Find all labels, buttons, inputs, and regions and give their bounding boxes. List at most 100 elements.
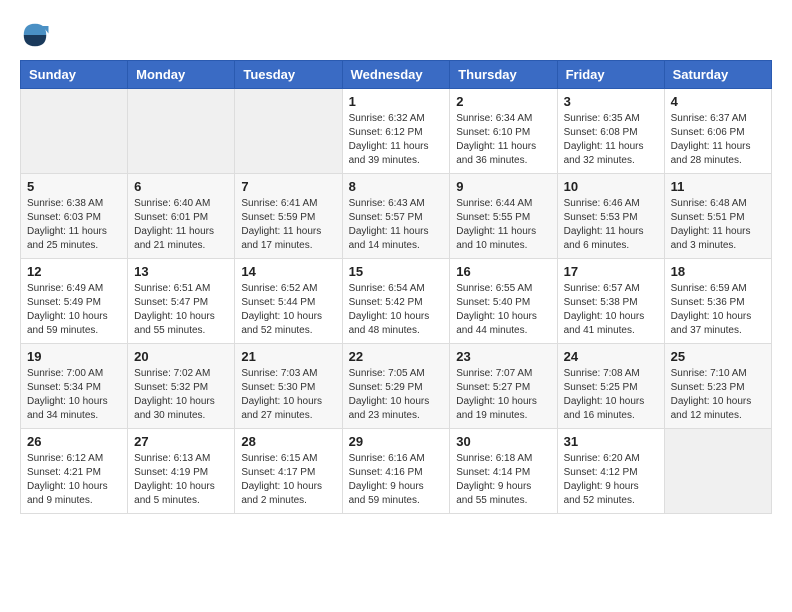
day-cell: 25 Sunrise: 7:10 AM Sunset: 5:23 PM Dayli…	[664, 344, 771, 429]
calendar: SundayMondayTuesdayWednesdayThursdayFrid…	[20, 60, 772, 514]
day-info: Sunrise: 7:05 AM Sunset: 5:29 PM Dayligh…	[349, 367, 444, 423]
day-number: 23	[456, 349, 550, 364]
day-cell: 12 Sunrise: 6:49 AM Sunset: 5:49 PM Dayli…	[21, 259, 128, 344]
day-number: 6	[134, 179, 228, 194]
day-number: 15	[349, 264, 444, 279]
day-number: 28	[241, 434, 335, 449]
day-info: Sunrise: 6:59 AM Sunset: 5:36 PM Dayligh…	[671, 282, 765, 338]
day-number: 20	[134, 349, 228, 364]
day-number: 3	[564, 94, 658, 109]
logo	[20, 20, 55, 50]
day-number: 17	[564, 264, 658, 279]
day-info: Sunrise: 6:38 AM Sunset: 6:03 PM Dayligh…	[27, 197, 121, 253]
day-cell: 8 Sunrise: 6:43 AM Sunset: 5:57 PM Daylig…	[342, 174, 450, 259]
week-row-1: 1 Sunrise: 6:32 AM Sunset: 6:12 PM Daylig…	[21, 89, 772, 174]
day-info: Sunrise: 6:43 AM Sunset: 5:57 PM Dayligh…	[349, 197, 444, 253]
day-info: Sunrise: 7:07 AM Sunset: 5:27 PM Dayligh…	[456, 367, 550, 423]
day-info: Sunrise: 6:34 AM Sunset: 6:10 PM Dayligh…	[456, 112, 550, 168]
day-cell: 19 Sunrise: 7:00 AM Sunset: 5:34 PM Dayli…	[21, 344, 128, 429]
day-info: Sunrise: 7:00 AM Sunset: 5:34 PM Dayligh…	[27, 367, 121, 423]
day-cell: 17 Sunrise: 6:57 AM Sunset: 5:38 PM Dayli…	[557, 259, 664, 344]
day-info: Sunrise: 6:18 AM Sunset: 4:14 PM Dayligh…	[456, 452, 550, 508]
day-cell: 11 Sunrise: 6:48 AM Sunset: 5:51 PM Dayli…	[664, 174, 771, 259]
weekday-header-wednesday: Wednesday	[342, 61, 450, 89]
day-cell: 21 Sunrise: 7:03 AM Sunset: 5:30 PM Dayli…	[235, 344, 342, 429]
day-info: Sunrise: 6:54 AM Sunset: 5:42 PM Dayligh…	[349, 282, 444, 338]
weekday-header-sunday: Sunday	[21, 61, 128, 89]
day-info: Sunrise: 6:49 AM Sunset: 5:49 PM Dayligh…	[27, 282, 121, 338]
day-cell: 24 Sunrise: 7:08 AM Sunset: 5:25 PM Dayli…	[557, 344, 664, 429]
day-cell: 27 Sunrise: 6:13 AM Sunset: 4:19 PM Dayli…	[128, 429, 235, 514]
day-cell: 29 Sunrise: 6:16 AM Sunset: 4:16 PM Dayli…	[342, 429, 450, 514]
day-info: Sunrise: 6:57 AM Sunset: 5:38 PM Dayligh…	[564, 282, 658, 338]
day-info: Sunrise: 7:03 AM Sunset: 5:30 PM Dayligh…	[241, 367, 335, 423]
day-number: 9	[456, 179, 550, 194]
day-cell: 4 Sunrise: 6:37 AM Sunset: 6:06 PM Daylig…	[664, 89, 771, 174]
day-number: 30	[456, 434, 550, 449]
day-number: 25	[671, 349, 765, 364]
day-cell: 3 Sunrise: 6:35 AM Sunset: 6:08 PM Daylig…	[557, 89, 664, 174]
week-row-5: 26Sunrise: 6:12 AM Sunset: 4:21 PM Dayli…	[21, 429, 772, 514]
day-info: Sunrise: 6:20 AM Sunset: 4:12 PM Dayligh…	[564, 452, 658, 508]
day-cell: 26Sunrise: 6:12 AM Sunset: 4:21 PM Dayli…	[21, 429, 128, 514]
day-cell: 9 Sunrise: 6:44 AM Sunset: 5:55 PM Daylig…	[450, 174, 557, 259]
day-info: Sunrise: 6:55 AM Sunset: 5:40 PM Dayligh…	[456, 282, 550, 338]
day-cell: 2Sunrise: 6:34 AM Sunset: 6:10 PM Daylig…	[450, 89, 557, 174]
day-cell: 15 Sunrise: 6:54 AM Sunset: 5:42 PM Dayli…	[342, 259, 450, 344]
day-info: Sunrise: 6:51 AM Sunset: 5:47 PM Dayligh…	[134, 282, 228, 338]
header	[20, 20, 772, 50]
week-row-2: 5 Sunrise: 6:38 AM Sunset: 6:03 PM Daylig…	[21, 174, 772, 259]
day-cell	[21, 89, 128, 174]
week-row-4: 19 Sunrise: 7:00 AM Sunset: 5:34 PM Dayli…	[21, 344, 772, 429]
day-cell	[235, 89, 342, 174]
day-info: Sunrise: 7:10 AM Sunset: 5:23 PM Dayligh…	[671, 367, 765, 423]
weekday-header-tuesday: Tuesday	[235, 61, 342, 89]
day-cell: 23 Sunrise: 7:07 AM Sunset: 5:27 PM Dayli…	[450, 344, 557, 429]
day-info: Sunrise: 6:44 AM Sunset: 5:55 PM Dayligh…	[456, 197, 550, 253]
day-number: 11	[671, 179, 765, 194]
day-info: Sunrise: 6:37 AM Sunset: 6:06 PM Dayligh…	[671, 112, 765, 168]
day-info: Sunrise: 6:13 AM Sunset: 4:19 PM Dayligh…	[134, 452, 228, 508]
day-info: Sunrise: 6:16 AM Sunset: 4:16 PM Dayligh…	[349, 452, 444, 508]
day-info: Sunrise: 6:12 AM Sunset: 4:21 PM Dayligh…	[27, 452, 121, 508]
day-number: 7	[241, 179, 335, 194]
day-number: 8	[349, 179, 444, 194]
day-cell: 16 Sunrise: 6:55 AM Sunset: 5:40 PM Dayli…	[450, 259, 557, 344]
day-cell: 30 Sunrise: 6:18 AM Sunset: 4:14 PM Dayli…	[450, 429, 557, 514]
day-number: 16	[456, 264, 550, 279]
day-cell: 22Sunrise: 7:05 AM Sunset: 5:29 PM Dayli…	[342, 344, 450, 429]
day-number: 27	[134, 434, 228, 449]
day-cell: 7Sunrise: 6:41 AM Sunset: 5:59 PM Daylig…	[235, 174, 342, 259]
weekday-header-row: SundayMondayTuesdayWednesdayThursdayFrid…	[21, 61, 772, 89]
day-number: 10	[564, 179, 658, 194]
day-info: Sunrise: 6:32 AM Sunset: 6:12 PM Dayligh…	[349, 112, 444, 168]
day-number: 4	[671, 94, 765, 109]
day-number: 24	[564, 349, 658, 364]
day-cell: 10 Sunrise: 6:46 AM Sunset: 5:53 PM Dayli…	[557, 174, 664, 259]
day-info: Sunrise: 6:35 AM Sunset: 6:08 PM Dayligh…	[564, 112, 658, 168]
weekday-header-thursday: Thursday	[450, 61, 557, 89]
day-cell	[128, 89, 235, 174]
day-info: Sunrise: 6:46 AM Sunset: 5:53 PM Dayligh…	[564, 197, 658, 253]
day-info: Sunrise: 7:02 AM Sunset: 5:32 PM Dayligh…	[134, 367, 228, 423]
day-cell: 6Sunrise: 6:40 AM Sunset: 6:01 PM Daylig…	[128, 174, 235, 259]
day-cell	[664, 429, 771, 514]
day-number: 18	[671, 264, 765, 279]
day-number: 13	[134, 264, 228, 279]
day-info: Sunrise: 6:15 AM Sunset: 4:17 PM Dayligh…	[241, 452, 335, 508]
day-number: 29	[349, 434, 444, 449]
logo-icon	[20, 20, 50, 50]
day-info: Sunrise: 6:52 AM Sunset: 5:44 PM Dayligh…	[241, 282, 335, 338]
day-number: 21	[241, 349, 335, 364]
day-number: 12	[27, 264, 121, 279]
day-number: 19	[27, 349, 121, 364]
day-number: 1	[349, 94, 444, 109]
day-info: Sunrise: 6:48 AM Sunset: 5:51 PM Dayligh…	[671, 197, 765, 253]
day-number: 14	[241, 264, 335, 279]
day-number: 5	[27, 179, 121, 194]
day-cell: 5 Sunrise: 6:38 AM Sunset: 6:03 PM Daylig…	[21, 174, 128, 259]
day-cell: 20 Sunrise: 7:02 AM Sunset: 5:32 PM Dayli…	[128, 344, 235, 429]
week-row-3: 12 Sunrise: 6:49 AM Sunset: 5:49 PM Dayli…	[21, 259, 772, 344]
day-cell: 14 Sunrise: 6:52 AM Sunset: 5:44 PM Dayli…	[235, 259, 342, 344]
day-info: Sunrise: 7:08 AM Sunset: 5:25 PM Dayligh…	[564, 367, 658, 423]
